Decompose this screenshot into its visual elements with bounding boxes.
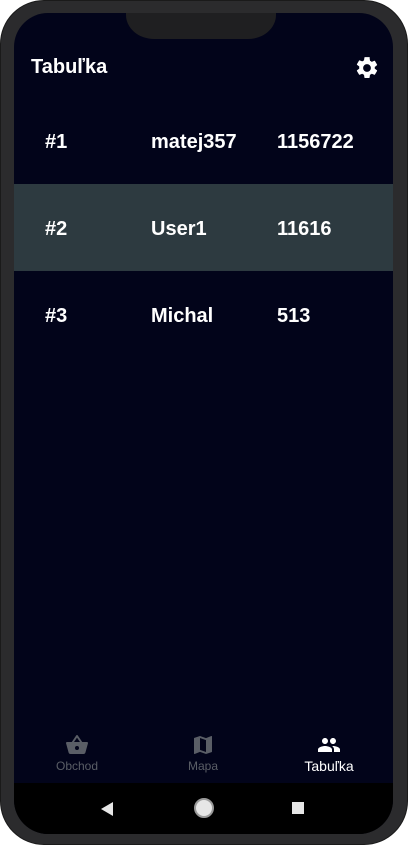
leaderboard-table: #1 matej357 1156722 #2 User1 11616 #3 Mi…	[14, 97, 393, 358]
app-screen: Tabuľka #1 matej357 1156722 #2 User1 116…	[14, 13, 393, 834]
score-cell: 513	[277, 305, 311, 327]
recents-square-icon[interactable]	[291, 801, 305, 815]
name-cell: matej357	[151, 131, 237, 153]
name-cell: User1	[151, 218, 207, 240]
map-icon	[194, 736, 212, 754]
table-row: #3 Michal 513	[14, 271, 393, 358]
table-row: #1 matej357 1156722	[14, 97, 393, 184]
nav-label: Mapa	[187, 759, 219, 773]
score-cell: 11616	[277, 218, 332, 240]
nav-label: Tabuľka	[304, 758, 354, 774]
rank-cell: #3	[45, 305, 68, 327]
settings-button[interactable]	[354, 55, 380, 81]
nav-label: Obchod	[55, 759, 99, 773]
rank-cell: #2	[45, 218, 68, 240]
home-circle-icon[interactable]	[193, 797, 215, 819]
people-icon	[318, 738, 340, 752]
page-title: Tabuľka	[31, 56, 108, 78]
nav-item-tabulka[interactable]: Tabuľka	[266, 733, 392, 774]
rank-cell: #1	[45, 131, 68, 153]
basket-icon	[66, 734, 88, 754]
score-cell: 1156722	[277, 131, 354, 153]
nav-item-mapa[interactable]: Mapa	[140, 733, 266, 773]
name-cell: Michal	[151, 305, 214, 327]
app-bar: Tabuľka	[14, 51, 393, 91]
camera-notch	[126, 13, 276, 39]
phone-frame: Tabuľka #1 matej357 1156722 #2 User1 116…	[0, 0, 408, 845]
table-row-current-user: #2 User1 11616	[14, 184, 393, 271]
gear-icon	[356, 57, 378, 78]
system-navigation-bar	[14, 783, 393, 834]
bottom-navigation: Obchod Mapa Tabuľka	[14, 723, 393, 783]
nav-item-obchod[interactable]: Obchod	[14, 733, 140, 773]
back-triangle-icon[interactable]	[100, 801, 114, 817]
